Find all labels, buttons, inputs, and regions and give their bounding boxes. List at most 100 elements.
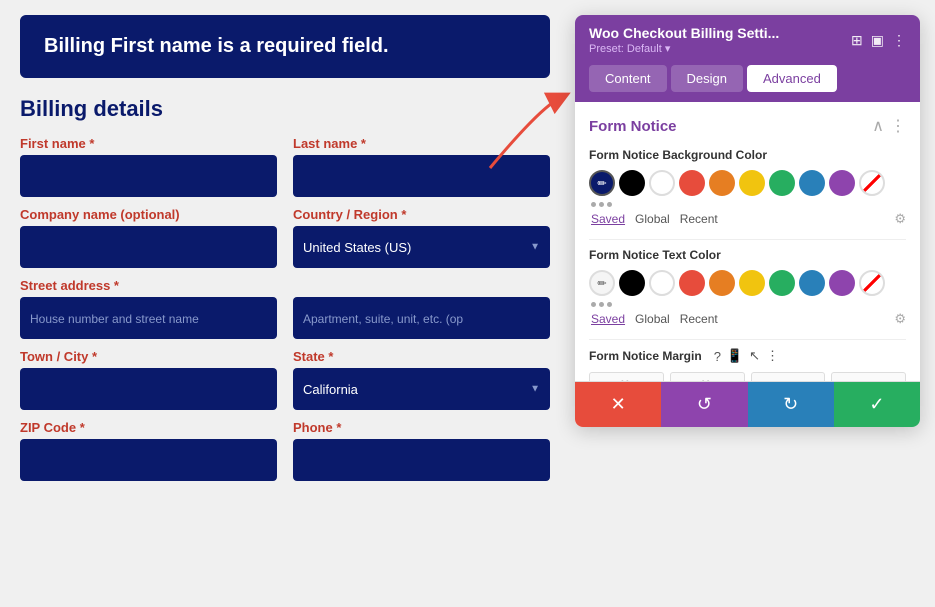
color-blue-text[interactable] [799,270,825,296]
last-name-input[interactable] [293,155,550,197]
dot-2 [599,202,604,207]
maximize-icon[interactable]: ⊞ [851,32,863,49]
color-purple-bg[interactable] [829,170,855,196]
margin-device-icon[interactable]: 📱 [727,348,743,364]
last-name-label: Last name * [293,136,550,151]
zip-phone-row: ZIP Code * Phone * [20,420,550,481]
color-blue-bg[interactable] [799,170,825,196]
section-more-icon[interactable]: ⋮ [890,116,906,136]
bg-color-label: Form Notice Background Color [589,148,906,162]
street-group: Street address * [20,278,277,339]
first-name-label: First name * [20,136,277,151]
margin-more-icon[interactable]: ⋮ [766,348,779,364]
last-name-group: Last name * [293,136,550,197]
dot-3 [607,202,612,207]
eyedropper-bg[interactable]: ✏ [589,170,615,196]
company-country-row: Company name (optional) Country / Region… [20,207,550,268]
state-group: State * California [293,349,550,410]
tab-design[interactable]: Design [671,65,743,92]
apt-input[interactable] [293,297,550,339]
margin-label: Form Notice Margin [589,349,702,363]
text-color-row: ✏ [589,270,906,296]
color-transparent-text[interactable] [859,270,885,296]
eyedropper-text[interactable]: ✏ [589,270,615,296]
global-btn-2[interactable]: Global [635,312,670,326]
color-orange-bg[interactable] [709,170,735,196]
color-green-bg[interactable] [769,170,795,196]
billing-title: Billing details [20,96,550,122]
dots-row-2 [589,302,906,307]
margin-cursor-icon[interactable]: ↖ [749,348,760,364]
color-black-bg[interactable] [619,170,645,196]
recent-btn-1[interactable]: Recent [680,212,718,226]
undo-button[interactable]: ↺ [661,382,747,427]
apt-group: apt [293,278,550,339]
city-input[interactable] [20,368,277,410]
saved-btn-2[interactable]: Saved [591,312,625,326]
state-select[interactable]: California [293,368,550,410]
section-icons: ∧ ⋮ [872,116,906,136]
saved-btn-1[interactable]: Saved [591,212,625,226]
city-group: Town / City * [20,349,277,410]
gear-icon-2[interactable]: ⚙ [894,311,906,327]
tab-advanced[interactable]: Advanced [747,65,837,92]
color-yellow-text[interactable] [739,270,765,296]
city-label: Town / City * [20,349,277,364]
street-input[interactable] [20,297,277,339]
color-purple-text[interactable] [829,270,855,296]
margin-row: Form Notice Margin ? 📱 ↖ ⋮ [589,348,906,364]
zip-group: ZIP Code * [20,420,277,481]
cancel-button[interactable]: ✕ [575,382,661,427]
settings-tabs: Content Design Advanced [575,65,920,102]
company-input[interactable] [20,226,277,268]
street-row: Street address * apt [20,278,550,339]
billing-form: Billing First name is a required field. … [20,15,550,491]
recent-btn-2[interactable]: Recent [680,312,718,326]
collapse-icon[interactable]: ∧ [872,116,884,136]
bottom-toolbar: ✕ ↺ ↻ ✓ [575,381,920,427]
global-btn-1[interactable]: Global [635,212,670,226]
color-green-text[interactable] [769,270,795,296]
zip-input[interactable] [20,439,277,481]
company-label: Company name (optional) [20,207,277,222]
state-label: State * [293,349,550,364]
color-yellow-bg[interactable] [739,170,765,196]
city-state-row: Town / City * State * California [20,349,550,410]
color-black-text[interactable] [619,270,645,296]
divider-2 [589,339,906,340]
name-row: First name * Last name * [20,136,550,197]
color-white-bg[interactable] [649,170,675,196]
layout-icon[interactable]: ▣ [871,32,884,49]
country-group: Country / Region * United States (US) [293,207,550,268]
section-title: Form Notice [589,118,677,135]
country-label: Country / Region * [293,207,550,222]
phone-input[interactable] [293,439,550,481]
confirm-button[interactable]: ✓ [834,382,920,427]
country-select-wrapper: United States (US) [293,226,550,268]
error-text: Billing First name is a required field. [44,35,389,57]
phone-group: Phone * [293,420,550,481]
settings-title-area: Woo Checkout Billing Setti... Preset: De… [589,25,779,55]
color-white-text[interactable] [649,270,675,296]
dot-1 [591,202,596,207]
color-orange-text[interactable] [709,270,735,296]
error-notice: Billing First name is a required field. [20,15,550,78]
dots-row-1 [589,202,906,207]
redo-button[interactable]: ↻ [748,382,834,427]
settings-body: Form Notice ∧ ⋮ Form Notice Background C… [575,102,920,427]
saved-row-2: Saved Global Recent ⚙ [589,311,906,327]
dot-5 [599,302,604,307]
color-red-text[interactable] [679,270,705,296]
color-transparent-bg[interactable] [859,170,885,196]
street-label: Street address * [20,278,277,293]
settings-header: Woo Checkout Billing Setti... Preset: De… [575,15,920,65]
color-red-bg[interactable] [679,170,705,196]
tab-content[interactable]: Content [589,65,667,92]
settings-subtitle[interactable]: Preset: Default ▾ [589,42,779,55]
country-select[interactable]: United States (US) [293,226,550,268]
more-icon[interactable]: ⋮ [892,32,906,49]
gear-icon-1[interactable]: ⚙ [894,211,906,227]
divider-1 [589,239,906,240]
margin-help-icon[interactable]: ? [714,349,721,364]
first-name-input[interactable] [20,155,277,197]
